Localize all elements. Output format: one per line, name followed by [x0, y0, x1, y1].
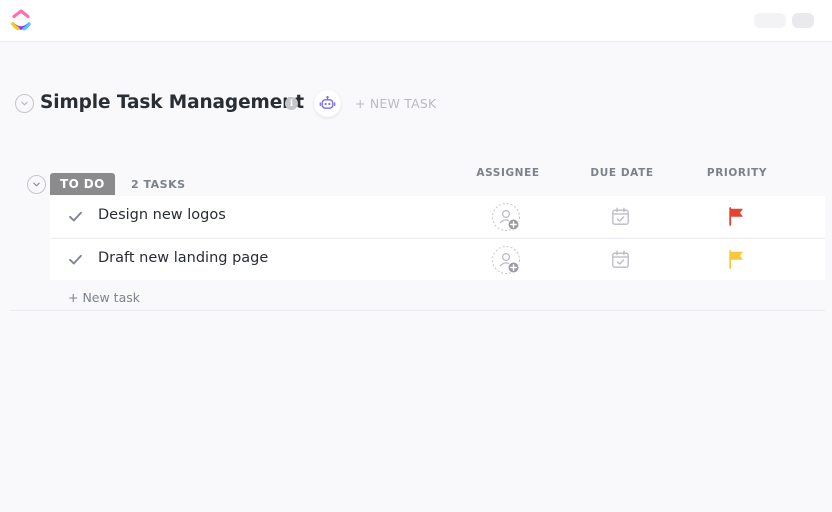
clickup-logo[interactable] — [10, 9, 32, 33]
collapse-group-toggle[interactable] — [27, 175, 46, 194]
flag-icon[interactable] — [728, 207, 745, 226]
new-task-button[interactable]: + NEW TASK — [355, 96, 436, 111]
task-row[interactable]: Draft new landing page — [50, 239, 825, 280]
group-divider — [10, 310, 825, 311]
task-count: 2 TASKS — [131, 178, 186, 191]
window-control-placeholder[interactable] — [754, 13, 786, 28]
add-assignee-icon[interactable] — [491, 202, 523, 234]
page-title: Simple Task Management — [40, 92, 304, 113]
collapse-list-toggle[interactable] — [15, 94, 34, 113]
column-header-due-date[interactable]: DUE DATE — [590, 167, 653, 179]
robot-icon — [319, 96, 336, 109]
top-bar — [0, 0, 832, 42]
chevron-down-icon — [33, 182, 40, 187]
task-name[interactable]: Design new logos — [98, 207, 226, 223]
info-icon[interactable]: i — [285, 97, 298, 110]
calendar-icon[interactable] — [611, 207, 630, 226]
task-name[interactable]: Draft new landing page — [98, 250, 268, 266]
column-header-priority[interactable]: PRIORITY — [707, 167, 767, 179]
checkmark-icon[interactable] — [68, 209, 83, 224]
chevron-down-icon — [21, 101, 28, 106]
status-group-tag[interactable]: TO DO — [50, 173, 115, 195]
ai-assistant-button[interactable] — [314, 90, 341, 117]
calendar-icon[interactable] — [611, 250, 630, 269]
window-control-placeholder-secondary[interactable] — [792, 13, 814, 28]
add-task-link[interactable]: + New task — [68, 290, 140, 305]
flag-icon[interactable] — [728, 250, 745, 269]
add-assignee-icon[interactable] — [491, 245, 523, 277]
column-header-assignee[interactable]: ASSIGNEE — [476, 167, 539, 179]
task-row[interactable]: Design new logos — [50, 196, 825, 237]
checkmark-icon[interactable] — [68, 252, 83, 267]
